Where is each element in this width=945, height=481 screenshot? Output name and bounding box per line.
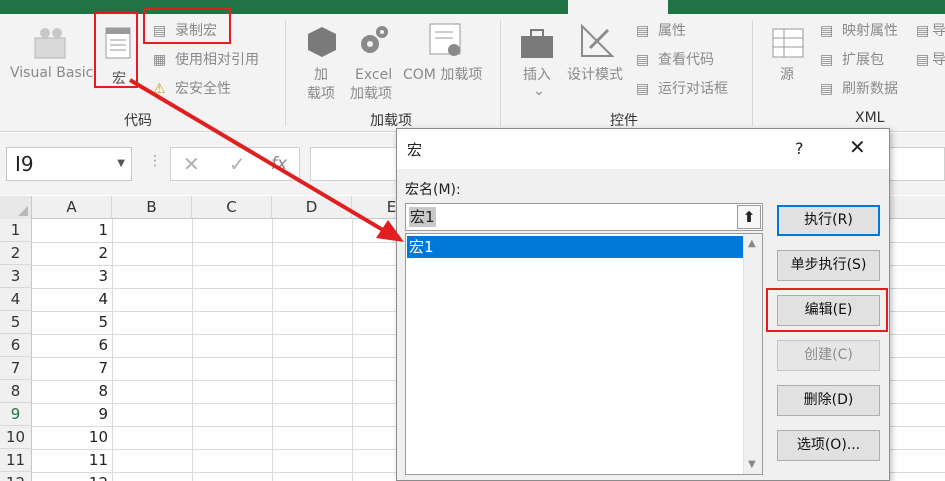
- annotation-arrow: [128, 78, 404, 242]
